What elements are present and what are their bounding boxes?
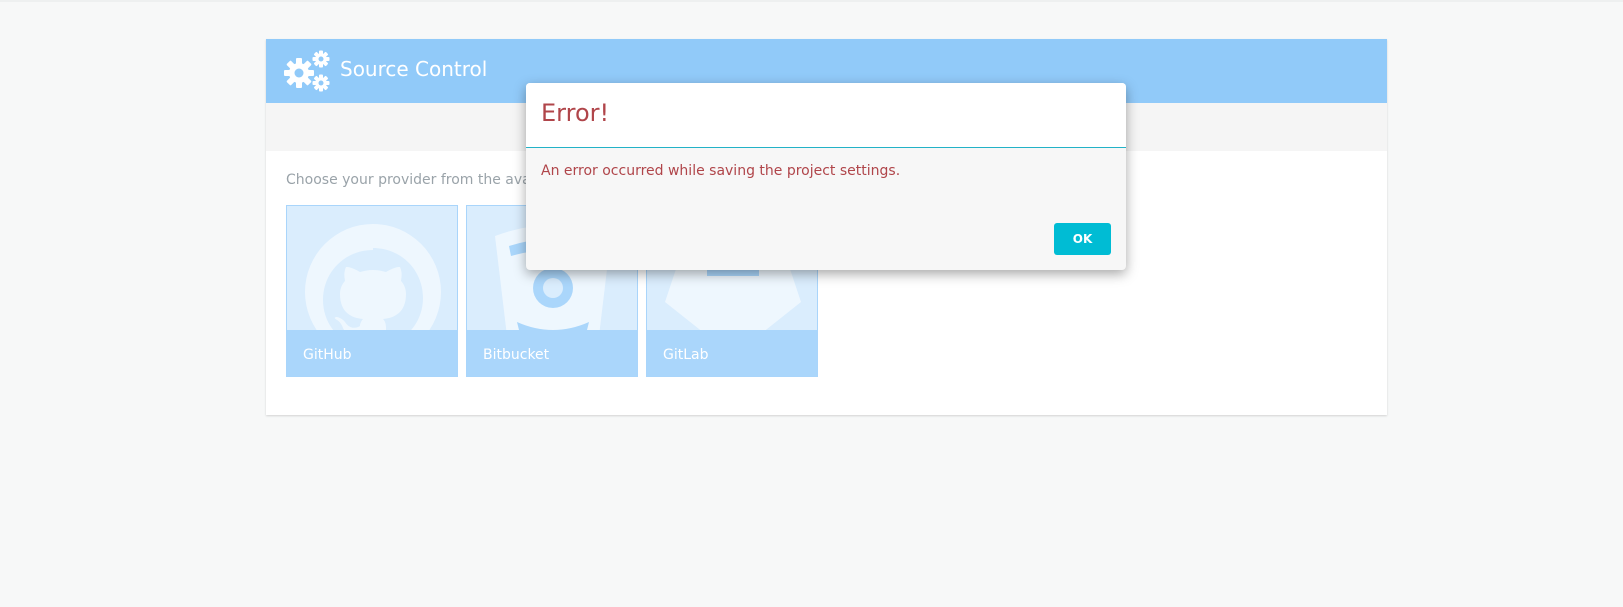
panel-title: Source Control	[340, 57, 488, 81]
provider-label-bitbucket: Bitbucket	[483, 347, 550, 363]
provider-card-github[interactable]: GitHub	[286, 205, 458, 377]
error-dialog-title: Error!	[541, 99, 610, 127]
top-border	[0, 0, 1623, 2]
ok-button[interactable]: OK	[1054, 223, 1111, 255]
error-dialog: Error! An error occurred while saving th…	[526, 83, 1126, 270]
provider-label-gitlab: GitLab	[663, 347, 709, 363]
error-message: An error occurred while saving the proje…	[541, 163, 901, 179]
provider-label-github: GitHub	[303, 347, 352, 363]
error-dialog-header: Error!	[526, 83, 1126, 148]
gears-icon	[284, 50, 330, 92]
